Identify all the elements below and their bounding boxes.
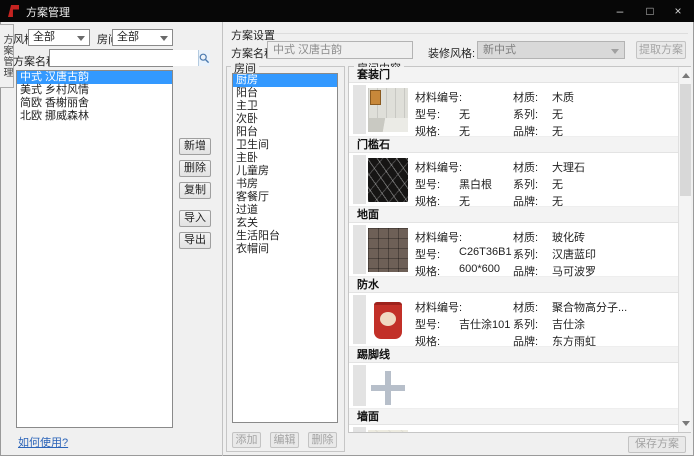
material-card[interactable]: 材料编号:材质:玻化砖 <box>349 425 678 432</box>
export-button[interactable]: 导出 <box>179 232 211 249</box>
delete-scheme-button[interactable]: 删除 <box>179 160 211 177</box>
decor-style-label: 装修风格: <box>428 45 475 61</box>
import-button[interactable]: 导入 <box>179 210 211 227</box>
card-strip <box>353 365 366 406</box>
extract-scheme-button[interactable]: 提取方案 <box>636 41 686 59</box>
material-list: 套装门 材料编号:材质:木质 型号:无系列:无 规格:无品牌:无 门槛石 材料编… <box>349 67 678 432</box>
room-edit-button[interactable]: 编辑 <box>270 432 299 448</box>
room-filter-dropdown[interactable]: 全部 <box>112 29 173 46</box>
close-icon: × <box>674 4 681 18</box>
how-to-use-link[interactable]: 如何使用? <box>18 434 68 450</box>
room-item[interactable]: 客餐厅 <box>233 191 337 204</box>
app-logo-icon <box>8 5 19 17</box>
scheme-item[interactable]: 简欧 香榭丽舍 <box>17 97 172 110</box>
scheme-item[interactable]: 北欧 挪威森林 <box>17 110 172 123</box>
material-card[interactable]: 材料编号:材质:木质 型号:无系列:无 规格:无品牌:无 <box>349 83 678 137</box>
material-card[interactable]: 材料编号:材质:玻化砖 型号:C26T36B1系列:汉唐蓝印 规格:600*60… <box>349 223 678 277</box>
scheme-name-search <box>49 49 173 67</box>
minimize-icon: – <box>617 4 624 18</box>
search-button[interactable] <box>198 50 210 66</box>
scheme-listbox: 中式 汉唐古韵 美式 乡村风情 简欧 香榭丽舍 北欧 挪威森林 <box>16 70 173 428</box>
copy-scheme-button[interactable]: 复制 <box>179 182 211 199</box>
scheme-name-search-input[interactable] <box>50 50 198 66</box>
room-item[interactable]: 玄关 <box>233 217 337 230</box>
chevron-down-icon <box>611 49 619 54</box>
scroll-down-icon[interactable] <box>682 421 690 426</box>
section-title-floor: 地面 <box>349 207 678 223</box>
add-material-icon[interactable] <box>371 371 405 405</box>
save-scheme-button[interactable]: 保存方案 <box>628 436 686 453</box>
section-title-wall: 墙面 <box>349 409 678 425</box>
room-item[interactable]: 生活阳台 <box>233 230 337 243</box>
side-tab-scheme-management[interactable]: 方案管理 <box>0 24 14 88</box>
maximize-button[interactable]: □ <box>636 0 664 22</box>
room-item[interactable]: 主卧 <box>233 152 337 165</box>
settings-group-rule <box>274 33 688 34</box>
room-delete-button[interactable]: 删除 <box>308 432 337 448</box>
room-item[interactable]: 儿童房 <box>233 165 337 178</box>
room-item[interactable]: 次卧 <box>233 113 337 126</box>
decor-style-dropdown[interactable]: 新中式 <box>477 41 625 59</box>
material-card[interactable]: 材料编号:材质:聚合物高分子... 型号:吉仕涂101系列:吉仕涂 规格:品牌:… <box>349 293 678 347</box>
section-title-threshold: 门槛石 <box>349 137 678 153</box>
add-scheme-button[interactable]: 新增 <box>179 138 211 155</box>
room-item[interactable]: 过道 <box>233 204 337 217</box>
scroll-up-icon[interactable] <box>682 73 690 78</box>
scheme-name-field[interactable]: 中式 汉唐古韵 <box>267 41 413 59</box>
section-title-door: 套装门 <box>349 67 678 83</box>
style-filter-dropdown[interactable]: 全部 <box>28 29 90 46</box>
panel-divider <box>222 22 223 456</box>
section-title-waterproof: 防水 <box>349 277 678 293</box>
maximize-icon: □ <box>646 4 653 18</box>
chevron-down-icon <box>160 36 168 41</box>
room-item[interactable]: 卫生间 <box>233 139 337 152</box>
section-title-skirting: 踢脚线 <box>349 347 678 363</box>
room-item[interactable]: 阳台 <box>233 87 337 100</box>
scheme-item[interactable]: 中式 汉唐古韵 <box>17 71 172 84</box>
room-item[interactable]: 厨房 <box>233 74 337 87</box>
room-item[interactable]: 阳台 <box>233 126 337 139</box>
content-scrollbar[interactable] <box>678 67 691 432</box>
scheme-item[interactable]: 美式 乡村风情 <box>17 84 172 97</box>
title-bar: 方案管理 – □ × <box>0 0 694 22</box>
close-button[interactable]: × <box>664 0 692 22</box>
room-listbox: 厨房 阳台 主卫 次卧 阳台 卫生间 主卧 儿童房 书房 客餐厅 过道 玄关 生… <box>232 73 338 423</box>
room-item[interactable]: 衣帽间 <box>233 243 337 256</box>
search-icon <box>199 53 210 64</box>
room-item[interactable]: 主卫 <box>233 100 337 113</box>
material-card-empty <box>349 363 678 409</box>
window-title: 方案管理 <box>26 4 70 20</box>
minimize-button[interactable]: – <box>606 0 634 22</box>
room-item[interactable]: 书房 <box>233 178 337 191</box>
material-card[interactable]: 材料编号:材质:大理石 型号:黑白根系列:无 规格:无品牌:无 <box>349 153 678 207</box>
room-add-button[interactable]: 添加 <box>232 432 261 448</box>
scrollbar-thumb[interactable] <box>680 84 691 196</box>
chevron-down-icon <box>77 36 85 41</box>
